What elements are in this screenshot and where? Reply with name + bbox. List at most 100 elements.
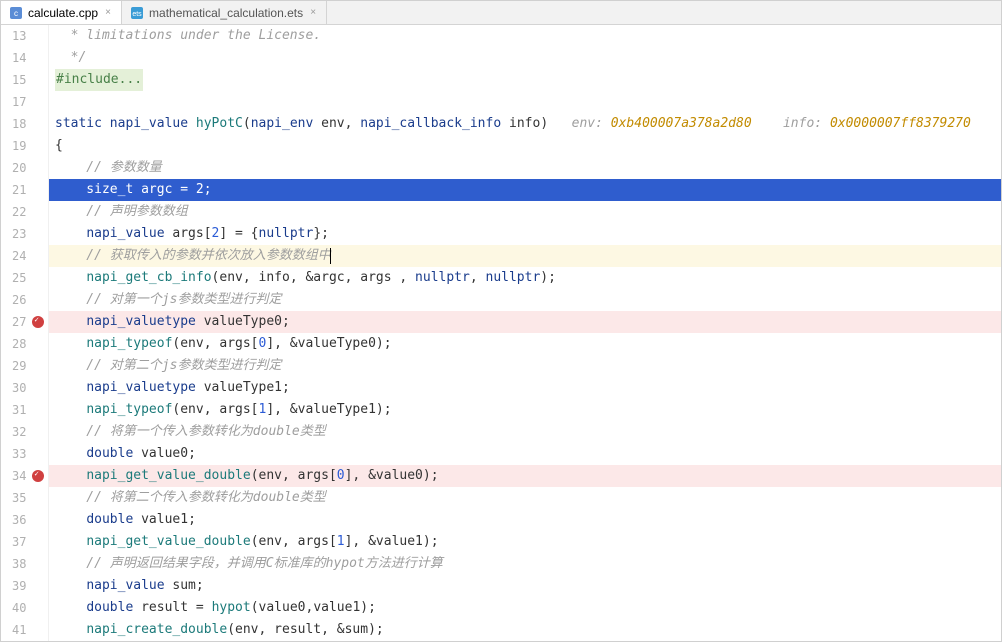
editor-tabs: c calculate.cpp × ets mathematical_calcu… <box>1 1 1001 25</box>
line-number: 23 <box>1 227 28 241</box>
code-line[interactable]: // 对第一个js参数类型进行判定 <box>49 289 1001 311</box>
gutter-row[interactable]: 41 <box>1 619 48 641</box>
tab-label: mathematical_calculation.ets <box>149 6 303 20</box>
gutter-row[interactable]: 26 <box>1 289 48 311</box>
code-line[interactable]: double value0; <box>49 443 1001 465</box>
breakpoint-icon[interactable] <box>32 316 44 328</box>
close-icon[interactable]: × <box>308 8 318 18</box>
code-line[interactable]: napi_get_value_double(env, args[0], &val… <box>49 465 1001 487</box>
gutter-row[interactable]: 15 <box>1 69 48 91</box>
gutter-row[interactable]: 19 <box>1 135 48 157</box>
code-line[interactable]: napi_valuetype valueType1; <box>49 377 1001 399</box>
line-number: 21 <box>1 183 28 197</box>
svg-text:ets: ets <box>132 11 142 18</box>
gutter-row[interactable]: 40 <box>1 597 48 619</box>
code-line[interactable]: napi_create_double(env, result, &sum); <box>49 619 1001 641</box>
code-line[interactable]: size_t argc = 2; <box>49 179 1001 201</box>
code-line[interactable]: double value1; <box>49 509 1001 531</box>
gutter-row[interactable]: 38 <box>1 553 48 575</box>
line-number: 24 <box>1 249 28 263</box>
gutter-row[interactable]: 29 <box>1 355 48 377</box>
code-line[interactable]: napi_get_value_double(env, args[1], &val… <box>49 531 1001 553</box>
line-number: 33 <box>1 447 28 461</box>
code-line[interactable]: // 声明返回结果字段，并调用C标准库的hypot方法进行计算 <box>49 553 1001 575</box>
code-line[interactable]: // 获取传入的参数并依次放入参数数组中 <box>49 245 1001 267</box>
code-line[interactable] <box>49 91 1001 113</box>
gutter-row[interactable]: 36 <box>1 509 48 531</box>
close-icon[interactable]: × <box>103 8 113 18</box>
gutter-row[interactable]: 27 <box>1 311 48 333</box>
line-number: 13 <box>1 29 28 43</box>
line-number: 18 <box>1 117 28 131</box>
line-number: 41 <box>1 623 28 637</box>
gutter-row[interactable]: 17 <box>1 91 48 113</box>
gutter-row[interactable]: 37 <box>1 531 48 553</box>
code-line[interactable]: * limitations under the License. <box>49 25 1001 47</box>
ets-file-icon: ets <box>130 6 144 20</box>
code-line[interactable]: // 将第二个传入参数转化为double类型 <box>49 487 1001 509</box>
line-number: 30 <box>1 381 28 395</box>
code-line[interactable]: { <box>49 135 1001 157</box>
line-number: 26 <box>1 293 28 307</box>
code-line[interactable]: static napi_value hyPotC(napi_env env, n… <box>49 113 1001 135</box>
breakpoint-icon[interactable] <box>32 470 44 482</box>
gutter-row[interactable]: 28 <box>1 333 48 355</box>
gutter-row[interactable]: 20 <box>1 157 48 179</box>
gutter-row[interactable]: 39 <box>1 575 48 597</box>
gutter-marker[interactable] <box>28 470 48 482</box>
gutter-row[interactable]: 35 <box>1 487 48 509</box>
tab-label: calculate.cpp <box>28 6 98 20</box>
gutter-row[interactable]: 21 <box>1 179 48 201</box>
gutter-row[interactable]: 24 <box>1 245 48 267</box>
code-line[interactable]: napi_typeof(env, args[1], &valueType1); <box>49 399 1001 421</box>
gutter-row[interactable]: 18 <box>1 113 48 135</box>
gutter[interactable]: 13 14 15 17 18 19 20 21 22 23 24 25 26 27 28 29 30 31 32 33… <box>1 25 49 641</box>
code-line[interactable]: #include... <box>49 69 1001 91</box>
line-number: 35 <box>1 491 28 505</box>
line-number: 25 <box>1 271 28 285</box>
line-number: 19 <box>1 139 28 153</box>
line-number: 39 <box>1 579 28 593</box>
tab-math-calc-ets[interactable]: ets mathematical_calculation.ets × <box>122 1 327 24</box>
code-line[interactable]: // 参数数量 <box>49 157 1001 179</box>
line-number: 14 <box>1 51 28 65</box>
line-number: 29 <box>1 359 28 373</box>
code-line[interactable]: napi_value sum; <box>49 575 1001 597</box>
code-line[interactable]: */ <box>49 47 1001 69</box>
code-line[interactable]: napi_valuetype valueType0; <box>49 311 1001 333</box>
tab-calculate-cpp[interactable]: c calculate.cpp × <box>1 1 122 24</box>
gutter-row[interactable]: 31 <box>1 399 48 421</box>
gutter-row[interactable]: 30 <box>1 377 48 399</box>
line-number: 40 <box>1 601 28 615</box>
gutter-row[interactable]: 23 <box>1 223 48 245</box>
line-number: 38 <box>1 557 28 571</box>
line-number: 36 <box>1 513 28 527</box>
line-number: 32 <box>1 425 28 439</box>
code-line[interactable]: // 对第二个js参数类型进行判定 <box>49 355 1001 377</box>
gutter-row[interactable]: 14 <box>1 47 48 69</box>
gutter-row[interactable]: 22 <box>1 201 48 223</box>
code-editor[interactable]: 13 14 15 17 18 19 20 21 22 23 24 25 26 27 28 29 30 31 32 33… <box>1 25 1001 641</box>
code-line[interactable]: napi_get_cb_info(env, info, &argc, args … <box>49 267 1001 289</box>
line-number: 17 <box>1 95 28 109</box>
line-number: 15 <box>1 73 28 87</box>
gutter-marker[interactable] <box>28 316 48 328</box>
code-line[interactable]: double result = hypot(value0,value1); <box>49 597 1001 619</box>
svg-text:c: c <box>14 9 18 18</box>
gutter-row[interactable]: 33 <box>1 443 48 465</box>
code-line[interactable]: napi_value args[2] = {nullptr}; <box>49 223 1001 245</box>
code-line[interactable]: // 将第一个传入参数转化为double类型 <box>49 421 1001 443</box>
gutter-row[interactable]: 32 <box>1 421 48 443</box>
line-number: 27 <box>1 315 28 329</box>
code-line[interactable]: napi_typeof(env, args[0], &valueType0); <box>49 333 1001 355</box>
gutter-row[interactable]: 34 <box>1 465 48 487</box>
line-number: 34 <box>1 469 28 483</box>
cpp-file-icon: c <box>9 6 23 20</box>
code-line[interactable]: // 声明参数数组 <box>49 201 1001 223</box>
code-area[interactable]: * limitations under the License. */#incl… <box>49 25 1001 641</box>
gutter-row[interactable]: 25 <box>1 267 48 289</box>
text-cursor <box>330 248 331 264</box>
line-number: 37 <box>1 535 28 549</box>
line-number: 22 <box>1 205 28 219</box>
gutter-row[interactable]: 13 <box>1 25 48 47</box>
